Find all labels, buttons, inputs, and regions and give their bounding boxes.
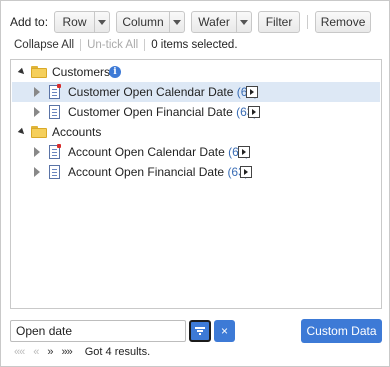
wafer-button[interactable]: Wafer bbox=[191, 11, 238, 33]
tree-item-text: Customer Open Financial Date (63) bbox=[68, 105, 257, 119]
selection-status: 0 items selected. bbox=[151, 39, 238, 51]
chevron-down-icon bbox=[173, 19, 182, 25]
collapsed-toggle-icon[interactable] bbox=[33, 87, 41, 97]
field-tree: Customers i Customer Open Calendar Date … bbox=[10, 59, 382, 309]
add-items-panel: Add to: Row Column Wafer Filter Remove C… bbox=[0, 0, 390, 367]
first-page-icon[interactable]: «« bbox=[14, 346, 25, 358]
folder-icon bbox=[31, 66, 47, 78]
filter-button[interactable]: Filter bbox=[258, 11, 301, 33]
collapsed-toggle-icon[interactable] bbox=[33, 107, 41, 117]
chevron-right-icon bbox=[252, 109, 256, 115]
tree-item-label: Customer Open Calendar Date bbox=[68, 85, 234, 99]
column-split-button: Column bbox=[116, 11, 186, 33]
tree-group-customers[interactable]: Customers i bbox=[12, 62, 380, 82]
divider bbox=[144, 39, 146, 51]
tree-item[interactable]: Customer Open Calendar Date (63) bbox=[12, 82, 380, 102]
tree-item[interactable]: Account Open Calendar Date (63) bbox=[12, 142, 380, 162]
custom-data-button[interactable]: Custom Data bbox=[301, 319, 382, 343]
toolbar: Add to: Row Column Wafer Filter Remove bbox=[10, 11, 372, 33]
column-button[interactable]: Column bbox=[116, 11, 171, 33]
add-arrow-button[interactable] bbox=[248, 106, 260, 118]
tree-item[interactable]: Customer Open Financial Date (63) bbox=[12, 102, 380, 122]
selection-bar: Collapse All Un-tick All 0 items selecte… bbox=[14, 39, 238, 51]
add-arrow-button[interactable] bbox=[240, 166, 252, 178]
collapse-all-link[interactable]: Collapse All bbox=[14, 39, 74, 51]
tree-group-label: Accounts bbox=[52, 125, 102, 139]
tree-item-text: Account Open Financial Date (63) bbox=[68, 165, 249, 179]
calendar-date-icon bbox=[49, 84, 61, 99]
calendar-date-icon bbox=[49, 144, 61, 159]
financial-date-icon bbox=[49, 105, 60, 119]
divider bbox=[80, 39, 82, 51]
chevron-down-icon bbox=[98, 19, 107, 25]
clear-search-button[interactable]: × bbox=[214, 320, 235, 342]
filter-icon bbox=[195, 327, 205, 335]
info-icon[interactable]: i bbox=[109, 66, 121, 78]
row-button[interactable]: Row bbox=[54, 11, 96, 33]
tree-item-text: Account Open Calendar Date (63) bbox=[68, 145, 249, 159]
collapsed-toggle-icon[interactable] bbox=[33, 167, 41, 177]
tree-item-label: Customer Open Financial Date bbox=[68, 105, 233, 119]
tree-item[interactable]: Account Open Financial Date (63) bbox=[12, 162, 380, 182]
prev-page-icon[interactable]: « bbox=[33, 346, 39, 358]
tree-group-accounts[interactable]: Accounts bbox=[12, 122, 380, 142]
search-input[interactable]: Open date bbox=[10, 320, 186, 342]
add-arrow-button[interactable] bbox=[238, 146, 250, 158]
expanded-toggle-icon[interactable] bbox=[17, 67, 27, 77]
wafer-split-button: Wafer bbox=[191, 11, 253, 33]
untick-all-link[interactable]: Un-tick All bbox=[87, 39, 138, 51]
chevron-right-icon bbox=[250, 89, 254, 95]
remove-button[interactable]: Remove bbox=[315, 11, 372, 33]
tree-item-label: Account Open Financial Date bbox=[68, 165, 225, 179]
add-arrow-button[interactable] bbox=[246, 86, 258, 98]
row-dropdown-button[interactable] bbox=[95, 11, 111, 33]
row-split-button: Row bbox=[54, 11, 111, 33]
chevron-right-icon bbox=[244, 169, 248, 175]
chevron-right-icon bbox=[242, 149, 246, 155]
tree-item-text: Customer Open Calendar Date (63) bbox=[68, 85, 258, 99]
tree-group-label: Customers bbox=[52, 65, 111, 79]
column-dropdown-button[interactable] bbox=[170, 11, 186, 33]
wafer-dropdown-button[interactable] bbox=[237, 11, 253, 33]
filter-search-button[interactable] bbox=[189, 320, 211, 342]
add-to-label: Add to: bbox=[10, 15, 49, 29]
expanded-toggle-icon[interactable] bbox=[17, 127, 27, 137]
chevron-down-icon bbox=[240, 19, 249, 25]
toolbar-divider bbox=[307, 15, 309, 29]
tree-item-label: Account Open Calendar Date bbox=[68, 145, 225, 159]
result-count: Got 4 results. bbox=[84, 346, 151, 358]
financial-date-icon bbox=[49, 165, 60, 179]
collapsed-toggle-icon[interactable] bbox=[33, 147, 41, 157]
last-page-icon[interactable]: »» bbox=[62, 346, 73, 358]
pager: «« « » »» Got 4 results. bbox=[14, 345, 150, 359]
next-page-icon[interactable]: » bbox=[47, 346, 53, 358]
folder-icon bbox=[31, 126, 47, 138]
